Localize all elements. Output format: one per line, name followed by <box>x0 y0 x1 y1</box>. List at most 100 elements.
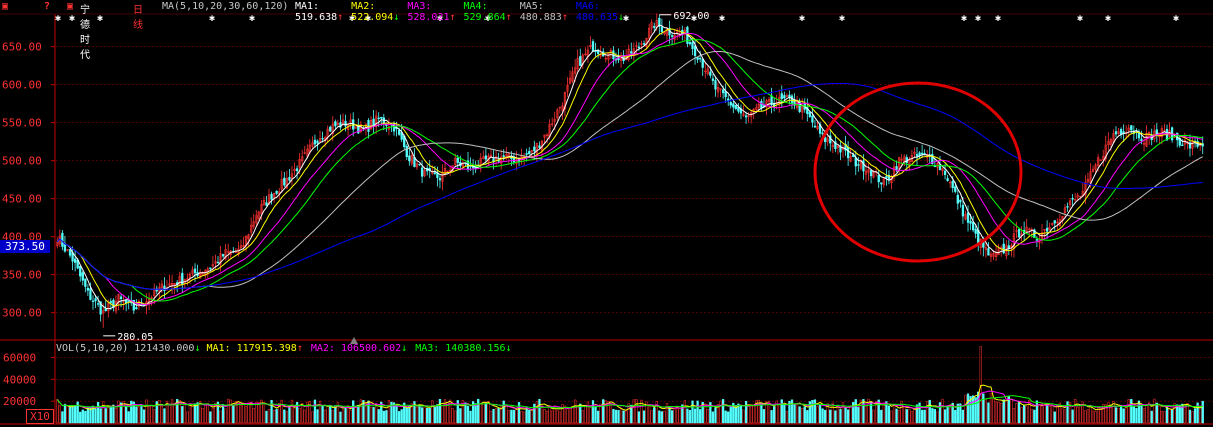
candle-body <box>974 229 977 234</box>
volume-bar <box>311 411 314 424</box>
volume-bar <box>1091 410 1095 424</box>
candle-body <box>660 26 664 32</box>
candle-body <box>1017 228 1021 238</box>
candle-body <box>987 248 990 256</box>
volume-bar <box>686 408 689 424</box>
help-icon[interactable]: ? <box>44 1 50 12</box>
candle-body <box>68 249 72 256</box>
volume-bar <box>1127 399 1130 424</box>
candle-body <box>727 98 730 101</box>
candle-body <box>84 278 87 287</box>
volume-bar <box>298 407 301 424</box>
candle-body <box>367 119 370 132</box>
volume-bar <box>982 393 985 424</box>
volume-bar <box>520 411 523 424</box>
volume-bar <box>528 409 531 424</box>
volume-bar <box>673 408 676 424</box>
event-marker-icon: ✱ <box>97 13 103 24</box>
volume-bar <box>492 408 495 424</box>
volume-bar <box>1096 407 1100 424</box>
kline-chart[interactable]: 650.00600.00550.00500.00450.00400.00350.… <box>0 0 1213 427</box>
volume-bar <box>653 407 656 424</box>
volume-bar <box>1119 405 1123 424</box>
volume-bar <box>1191 411 1194 424</box>
volume-bar <box>943 409 947 424</box>
vol-legend-item-1: MA1: 117915.398↑ <box>206 343 303 354</box>
volume-bar <box>479 403 482 424</box>
volume-bar <box>584 405 587 424</box>
candle-body <box>265 202 268 206</box>
volume-bar <box>494 408 498 424</box>
candle-body <box>538 145 541 148</box>
volume-bar <box>145 399 148 424</box>
candle-body <box>1045 227 1049 232</box>
candle-body <box>591 41 595 52</box>
volume-bar <box>1040 403 1044 424</box>
volume-bar <box>543 409 546 424</box>
volume-bar <box>551 410 554 424</box>
volume-bar <box>926 401 929 424</box>
volume-bar <box>56 399 59 424</box>
candle-body <box>813 125 817 128</box>
low-label: 280.05 <box>117 332 153 343</box>
volume-bar <box>272 409 276 424</box>
volume-bar <box>994 401 998 424</box>
volume-bar <box>813 399 817 424</box>
volume-bar <box>905 409 908 424</box>
volume-bar <box>936 411 939 424</box>
candle-body <box>1035 239 1039 241</box>
ma-line-MA6 <box>56 83 1203 290</box>
stock-icon[interactable]: ▣ <box>67 1 73 12</box>
volume-bar <box>1084 410 1087 424</box>
volume-bar <box>566 408 569 424</box>
candle-body <box>94 298 97 302</box>
vol-legend: MA1: 117915.398↑ MA2: 106500.602↓ MA3: 140… <box>207 343 520 354</box>
candle-body <box>969 220 972 224</box>
volume-tick-label: 40000 <box>3 373 36 386</box>
candle-body <box>783 95 786 99</box>
volume-bar <box>979 346 982 424</box>
volume-bar <box>170 399 174 424</box>
volume-bar <box>125 406 128 424</box>
candle-body <box>693 45 697 57</box>
volume-bar <box>987 402 990 424</box>
candle-body <box>405 145 408 158</box>
volume-bar <box>104 408 107 424</box>
candle-body <box>734 105 738 110</box>
volume-unit-box[interactable]: X10 <box>26 409 54 424</box>
volume-bar <box>596 410 600 424</box>
volume-bar <box>691 400 694 424</box>
candle-body <box>714 80 717 90</box>
candle-body <box>433 172 436 174</box>
volume-bar <box>1066 401 1069 424</box>
volume-bar <box>459 408 462 424</box>
candle-body <box>971 221 975 231</box>
volume-bar <box>1000 403 1003 424</box>
period-label[interactable]: 日线 <box>133 1 143 31</box>
volume-bar <box>502 400 505 424</box>
volume-bar <box>71 405 74 424</box>
volume-bar <box>375 406 378 424</box>
volume-bar <box>1125 405 1128 424</box>
event-marker-icon: ✱ <box>209 13 215 24</box>
candle-body <box>780 93 783 99</box>
candle-body <box>377 117 380 119</box>
candle-body <box>956 194 959 204</box>
candle-body <box>711 78 715 81</box>
volume-bar <box>1168 408 1171 424</box>
volume-bar <box>849 405 852 424</box>
volume-bar <box>571 405 574 424</box>
candle-body <box>533 146 536 152</box>
volume-bar <box>903 406 906 424</box>
volume-bar <box>1079 404 1082 424</box>
volume-bar <box>752 405 755 424</box>
vol-legend-arrow-1: ↑ <box>296 343 303 354</box>
volume-bar <box>931 408 934 424</box>
volume-bar <box>1002 399 1005 424</box>
volume-bar <box>107 407 110 424</box>
menu-icon[interactable]: ▣ <box>2 1 8 12</box>
volume-bar <box>818 403 822 424</box>
volume-bar <box>181 406 184 424</box>
volume-bar <box>344 407 347 424</box>
volume-bar <box>150 404 153 424</box>
